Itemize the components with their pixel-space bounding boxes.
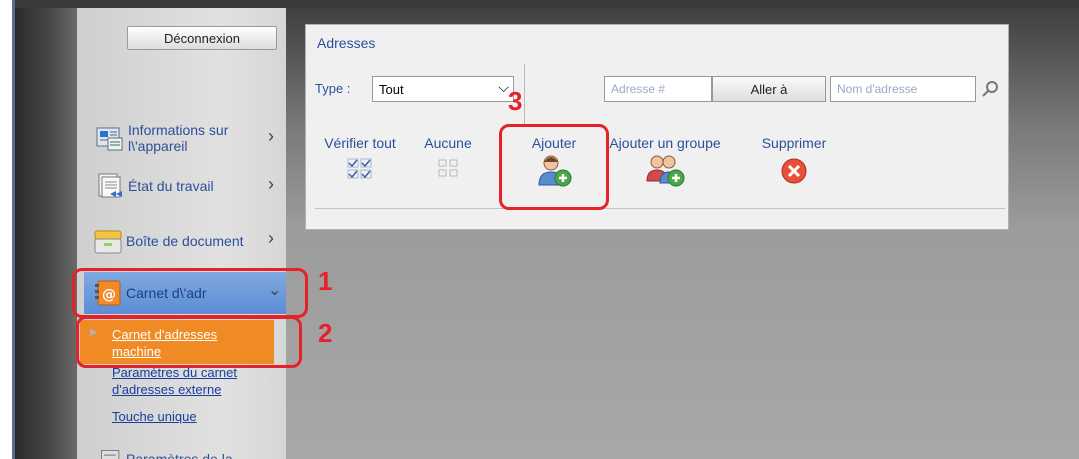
type-select[interactable]: Tout ⌵ <box>372 76 514 102</box>
device-info-icon <box>96 127 123 151</box>
goto-button[interactable]: Aller à <box>712 76 826 102</box>
window-top-border <box>12 0 1079 8</box>
none-label: Aucune <box>424 135 472 151</box>
sidebar-item-device-info[interactable]: Informations sur l\'appareil <box>96 118 276 158</box>
delete-label: Supprimer <box>761 135 827 151</box>
callout-3-box <box>499 124 609 210</box>
check-all-icon <box>347 158 372 179</box>
chevron-right-icon: › <box>268 126 274 146</box>
sub-item-external-address-book[interactable]: Paramètres du carnet d'adresses externe <box>112 366 237 404</box>
address-name-input[interactable]: Nom d'adresse <box>830 76 976 102</box>
add-group-button[interactable]: Ajouter un groupe <box>600 135 730 187</box>
sidebar-item-job-status[interactable]: État du travail <box>96 168 276 204</box>
callout-2-box <box>76 316 302 368</box>
window-left-border <box>12 0 15 459</box>
browser-window: Déconnexion Informations sur l\'appareil… <box>0 0 1079 459</box>
check-all-label: Vérifier tout <box>324 135 396 151</box>
callout-1-box <box>72 268 308 318</box>
sidebar-item-label: Paramètres de la <box>126 451 233 459</box>
delete-icon <box>781 158 807 184</box>
document-box-icon <box>94 230 122 254</box>
sidebar-item-label: État du travail <box>128 178 214 194</box>
type-select-value: Tout <box>379 81 404 97</box>
sidebar-item-document-box[interactable]: Boîte de document <box>94 224 284 258</box>
address-number-placeholder: Adresse # <box>611 82 666 96</box>
chevron-right-icon: › <box>268 174 274 194</box>
callout-1-number: 1 <box>318 266 333 296</box>
addresses-panel <box>305 24 1009 230</box>
uncheck-all-icon <box>438 159 458 177</box>
sidebar-item-label: Informations sur l\'appareil <box>128 122 229 154</box>
chevron-right-icon: › <box>268 228 274 248</box>
left-strip <box>15 8 77 459</box>
address-name-placeholder: Nom d'adresse <box>837 82 918 96</box>
settings-icon <box>101 449 120 459</box>
address-number-input[interactable]: Adresse # <box>604 76 712 102</box>
check-all-button[interactable]: Vérifier tout <box>310 135 410 181</box>
sub-item-one-touch[interactable]: Touche unique <box>112 408 197 425</box>
add-group-icon <box>646 155 685 187</box>
logout-button[interactable]: Déconnexion <box>127 26 277 50</box>
sidebar-item-settings[interactable]: Paramètres de la <box>100 446 280 459</box>
panel-divider <box>315 208 1005 209</box>
sidebar-item-label: Boîte de document <box>126 233 244 249</box>
job-status-icon <box>98 173 122 198</box>
divider <box>524 64 525 126</box>
add-group-label: Ajouter un groupe <box>609 135 721 151</box>
callout-2-number: 2 <box>318 318 333 348</box>
panel-title: Adresses <box>317 35 376 51</box>
none-button[interactable]: Aucune <box>416 135 480 181</box>
type-label: Type : <box>315 81 351 96</box>
callout-3-number: 3 <box>508 86 523 116</box>
search-icon[interactable] <box>980 79 1000 99</box>
delete-button[interactable]: Supprimer <box>746 135 842 186</box>
